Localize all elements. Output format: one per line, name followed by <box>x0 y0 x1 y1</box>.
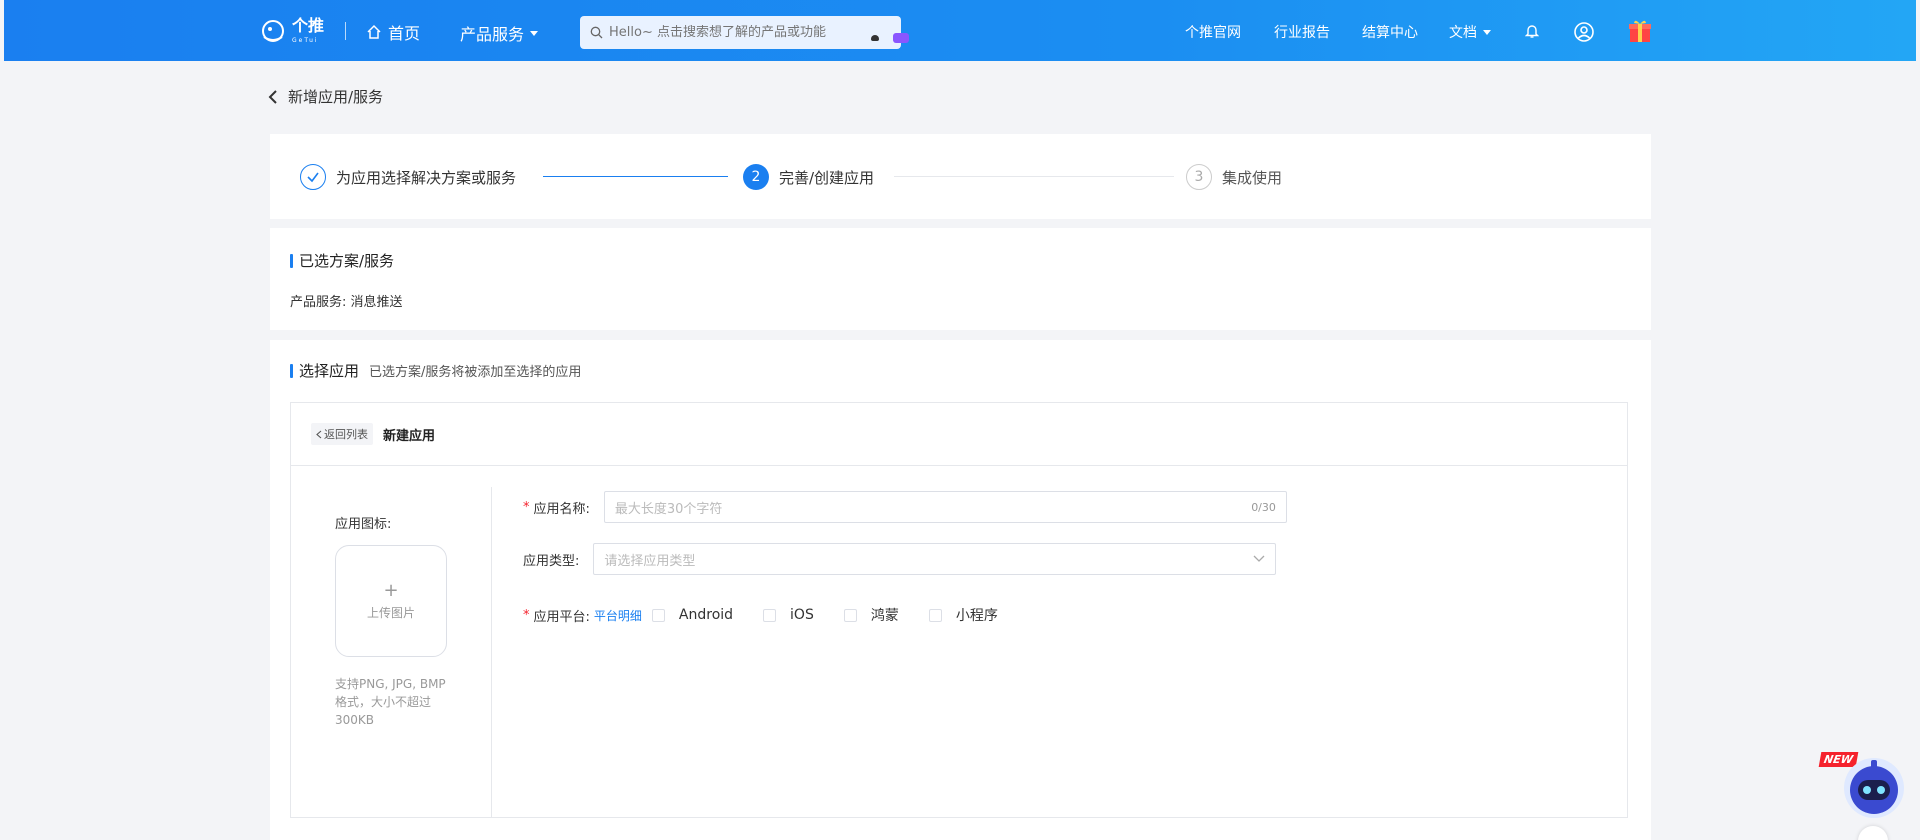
step-connector-pending <box>894 176 1174 177</box>
nav-products-label: 产品服务 <box>460 25 525 44</box>
step-2: 2 完善/创建应用 <box>743 164 874 190</box>
logo-subtext: GeTui <box>292 37 319 44</box>
choose-app-card: 选择应用 已选方案/服务将被添加至选择的应用 返回列表 新建应用 应用图标: +… <box>270 340 1651 840</box>
section-title-text: 已选方案/服务 <box>299 252 395 270</box>
app-platform-label: 应用平台: <box>533 609 590 625</box>
logo[interactable]: 个推 GeTui <box>260 16 324 44</box>
chevron-down-icon <box>530 30 539 36</box>
platform-details-link[interactable]: 平台明细 <box>594 607 642 624</box>
app-name-placeholder: 最大长度30个字符 <box>614 501 723 517</box>
logo-text: 个推 <box>292 16 325 35</box>
section-accent-bar <box>290 253 293 268</box>
robot-icon <box>871 35 879 41</box>
new-app-title: 新建应用 <box>383 428 436 444</box>
search-icon <box>590 26 603 39</box>
nav-home-link[interactable]: 首页 <box>366 20 420 44</box>
platform-ios-label: iOS <box>790 607 814 623</box>
step-connector-done <box>543 176 728 177</box>
platform-android-checkbox[interactable]: Android <box>651 607 734 623</box>
bell-icon[interactable] <box>1525 23 1539 39</box>
check-icon <box>300 164 326 190</box>
platform-miniprogram-label: 小程序 <box>955 608 998 624</box>
search-input[interactable] <box>609 25 859 40</box>
selected-service: 产品服务: 消息推送 <box>290 291 403 310</box>
upload-image-button[interactable]: + 上传图片 <box>335 545 447 657</box>
platform-ios-checkbox[interactable]: iOS <box>763 607 814 623</box>
app-icon-label: 应用图标: <box>335 517 392 532</box>
app-name-row: * 应用名称: 最大长度30个字符 0/30 <box>523 491 1287 523</box>
step-3: 3 集成使用 <box>1186 164 1282 190</box>
assistant-robot-icon[interactable] <box>1840 752 1908 820</box>
checkbox-box[interactable] <box>763 608 777 622</box>
required-mark: * <box>523 499 530 515</box>
app-platform-row: * 应用平台: 平台明细 Android iOS 鸿蒙 小程序 <box>523 605 1028 625</box>
logo-icon <box>262 20 284 42</box>
step-3-number: 3 <box>1186 164 1212 190</box>
service-label: 产品服务: <box>290 295 347 310</box>
platform-miniprogram-checkbox[interactable]: 小程序 <box>928 605 998 625</box>
upload-hint: 支持PNG, JPG, BMP格式，大小不超过300KB <box>335 677 446 727</box>
nav-link-official-site[interactable]: 个推官网 <box>1185 22 1241 42</box>
step-2-label: 完善/创建应用 <box>779 168 875 187</box>
search-bar[interactable] <box>580 16 909 49</box>
ai-badge-icon <box>893 33 909 43</box>
platform-android-label: Android <box>678 607 734 623</box>
page-title: 新增应用/服务 <box>288 88 384 106</box>
section-title: 选择应用 已选方案/服务将被添加至选择的应用 <box>290 360 581 381</box>
gift-icon[interactable] <box>1627 18 1653 44</box>
app-name-label: 应用名称: <box>533 501 590 517</box>
nav-products-menu[interactable]: 产品服务 <box>460 21 539 45</box>
required-mark: * <box>523 607 530 623</box>
checkbox-box[interactable] <box>928 608 942 622</box>
platform-harmony-checkbox[interactable]: 鸿蒙 <box>843 605 899 625</box>
new-app-header: 返回列表 新建应用 <box>291 403 1627 466</box>
home-icon <box>367 24 381 39</box>
section-title-text: 选择应用 <box>299 362 360 380</box>
upload-image-label: 上传图片 <box>366 605 415 620</box>
app-type-placeholder: 请选择应用类型 <box>604 553 696 569</box>
feedback-icon[interactable] <box>1858 826 1888 840</box>
nav-home-label: 首页 <box>388 24 421 43</box>
nav-link-billing-center[interactable]: 结算中心 <box>1362 22 1418 42</box>
plus-icon: + <box>383 579 399 601</box>
chevron-down-icon <box>1253 555 1265 562</box>
step-1: 为应用选择解决方案或服务 <box>300 164 516 190</box>
nav-docs-menu[interactable]: 文档 <box>1449 22 1491 42</box>
app-type-row: 应用类型: 请选择应用类型 <box>523 543 1277 575</box>
new-app-panel: 返回列表 新建应用 应用图标: + 上传图片 支持PNG, JPG, BMP格式… <box>290 402 1628 818</box>
app-type-label: 应用类型: <box>523 553 580 569</box>
step-3-label: 集成使用 <box>1222 168 1283 187</box>
checkbox-box[interactable] <box>651 608 665 622</box>
section-accent-bar <box>290 363 293 378</box>
app-name-counter: 0/30 <box>1251 500 1276 514</box>
step-1-label: 为应用选择解决方案或服务 <box>336 168 517 187</box>
user-icon[interactable] <box>1573 21 1595 43</box>
nav-docs-label: 文档 <box>1449 25 1477 41</box>
app-type-select[interactable]: 请选择应用类型 <box>593 543 1277 575</box>
service-value: 消息推送 <box>350 295 403 310</box>
column-divider <box>491 487 492 817</box>
nav-divider <box>345 22 346 40</box>
checkbox-box[interactable] <box>843 608 857 622</box>
page-back-link[interactable]: 新增应用/服务 <box>268 86 383 107</box>
top-nav: 个推 GeTui 首页 产品服务 个推官网 行业报告 结算中心 文档 <box>4 0 1916 61</box>
app-name-input[interactable]: 最大长度30个字符 0/30 <box>603 491 1287 523</box>
steps-card: 为应用选择解决方案或服务 2 完善/创建应用 3 集成使用 <box>270 134 1651 219</box>
chevron-left-icon <box>316 430 322 438</box>
chevron-down-icon <box>1483 29 1491 35</box>
section-title: 已选方案/服务 <box>290 250 394 271</box>
step-2-number: 2 <box>743 164 769 190</box>
platform-harmony-label: 鸿蒙 <box>870 608 899 624</box>
chevron-left-icon <box>268 89 277 104</box>
selected-solution-card: 已选方案/服务 产品服务: 消息推送 <box>270 228 1651 330</box>
back-to-list-button[interactable]: 返回列表 <box>311 423 373 445</box>
back-to-list-label: 返回列表 <box>324 428 368 441</box>
nav-link-industry-report[interactable]: 行业报告 <box>1274 22 1330 42</box>
section-subtitle: 已选方案/服务将被添加至选择的应用 <box>369 365 582 380</box>
app-icon-column: 应用图标: + 上传图片 支持PNG, JPG, BMP格式，大小不超过300K… <box>291 467 491 817</box>
